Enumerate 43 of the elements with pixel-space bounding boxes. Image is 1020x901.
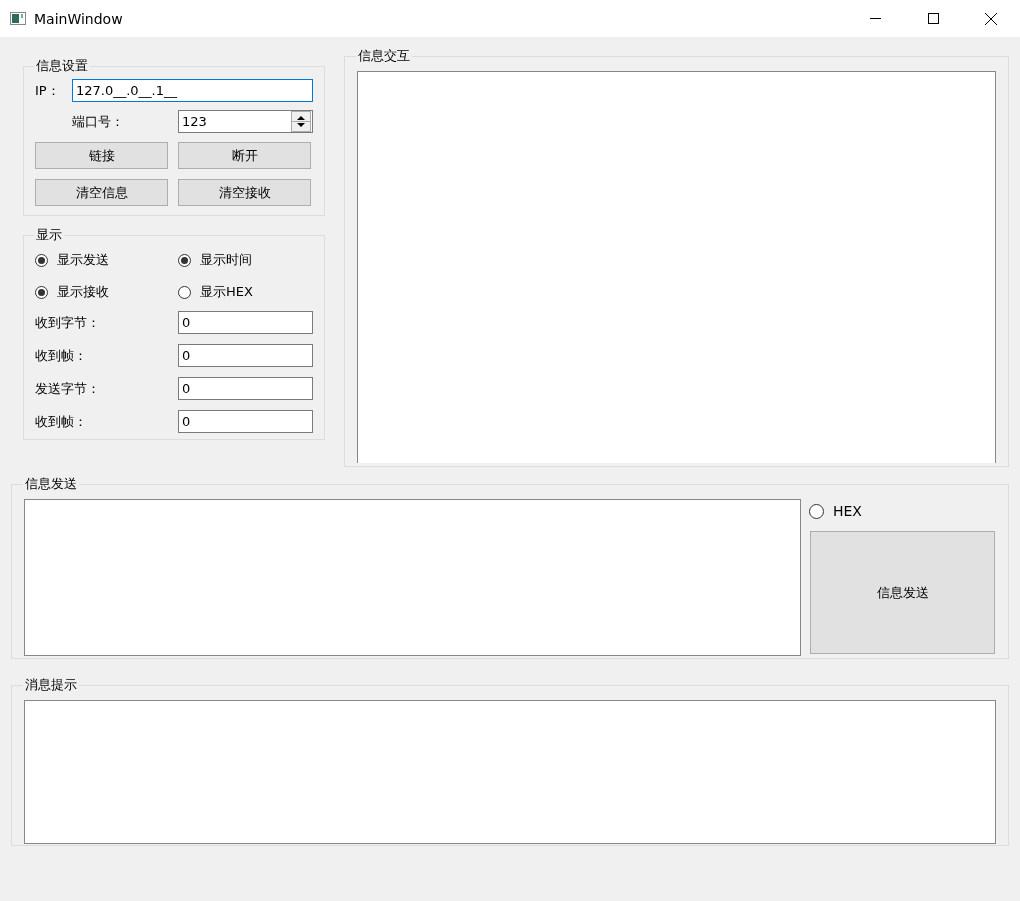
counter-label: 收到帧： [35, 346, 87, 365]
radio-indicator[interactable] [809, 503, 824, 519]
counter-field[interactable]: 0 [178, 311, 313, 334]
port-spinbox[interactable]: 123 [178, 110, 313, 133]
send-button[interactable]: 信息发送 [810, 531, 995, 654]
radio-label: 显示HEX [200, 283, 253, 301]
counter-field[interactable]: 0 [178, 410, 313, 433]
window-title: MainWindow [34, 10, 124, 27]
radio-indicator[interactable] [178, 285, 191, 299]
radio-label: 显示发送 [57, 251, 109, 269]
port-label: 端口号： [72, 112, 124, 131]
radio-label: 显示时间 [200, 251, 252, 269]
action-button[interactable]: 断开 [178, 142, 311, 169]
group-title: 信息发送 [24, 475, 78, 493]
radio-label: 显示接收 [57, 283, 109, 301]
ip-field[interactable]: 127.0__.0__.1__ [72, 79, 313, 102]
ip-label: IP： [35, 81, 60, 100]
spin-arrows-icon [291, 111, 311, 132]
action-button[interactable]: 清空信息 [35, 179, 168, 206]
radio-indicator[interactable] [178, 253, 191, 267]
app-icon [10, 12, 26, 25]
group-title: 消息提示 [24, 676, 78, 694]
group-title: 信息交互 [357, 47, 411, 65]
radio-button[interactable]: 显示HEX [178, 282, 308, 302]
counter-label: 发送字节： [35, 379, 100, 398]
counter-label: 收到字节： [35, 313, 100, 332]
close-icon [985, 12, 997, 25]
radio-indicator[interactable] [35, 285, 48, 299]
radio-button[interactable]: 显示接收 [35, 282, 178, 302]
hint-area[interactable] [24, 700, 996, 844]
group-title: 显示 [35, 226, 63, 244]
action-button[interactable]: 清空接收 [178, 179, 311, 206]
maximize-icon [927, 13, 939, 24]
radio-label: HEX [833, 503, 862, 519]
counter-field[interactable]: 0 [178, 377, 313, 400]
radio-button[interactable]: 显示发送 [35, 250, 178, 270]
action-button[interactable]: 链接 [35, 142, 168, 169]
counter-label: 收到帧： [35, 412, 87, 431]
group-title: 信息设置 [35, 57, 89, 75]
radio-button[interactable]: 显示时间 [178, 250, 308, 270]
counter-field[interactable]: 0 [178, 344, 313, 367]
send-input[interactable] [24, 499, 801, 656]
radio-indicator[interactable] [35, 253, 48, 267]
